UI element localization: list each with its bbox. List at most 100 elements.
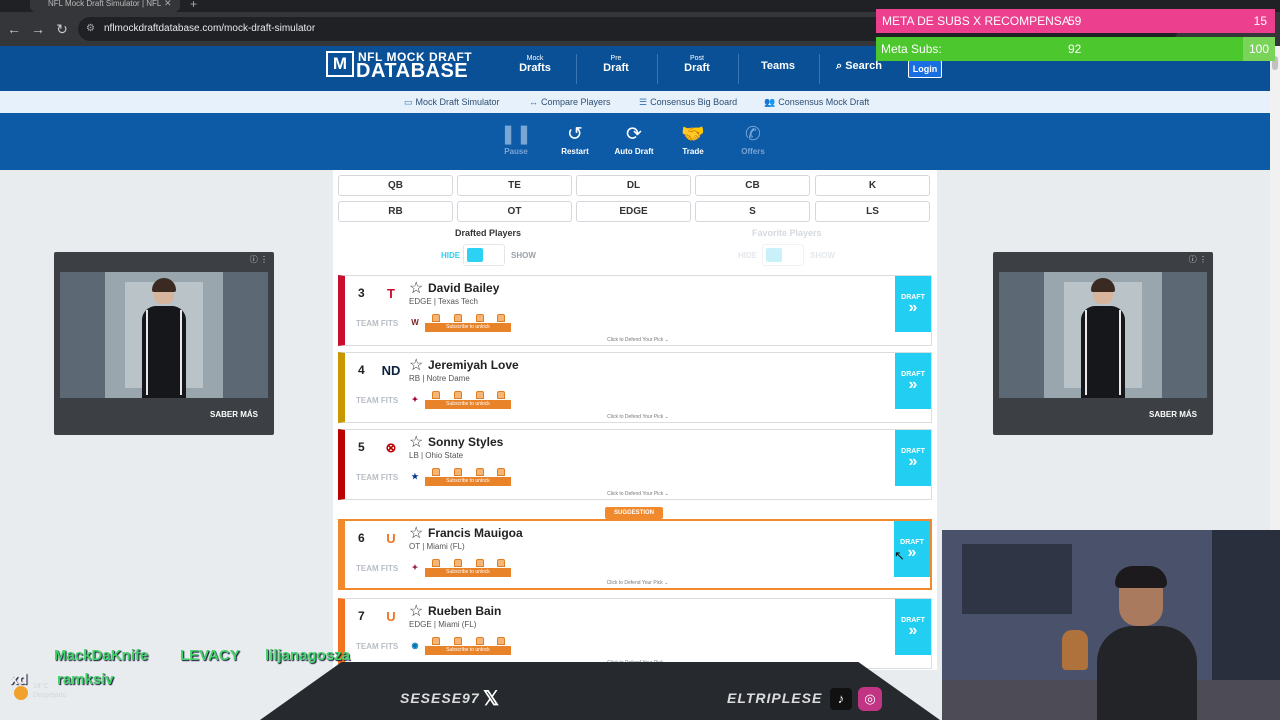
toolbar-label: Auto Draft (614, 147, 654, 156)
ad-info-icon[interactable]: ⓘ ⋮ (250, 254, 268, 265)
streamer-body (1097, 626, 1197, 720)
nav-big: Draft (603, 62, 629, 74)
right-ad[interactable]: ⓘ ⋮ SABER MÁS (993, 252, 1213, 435)
lions-logo-icon: ◉ (411, 641, 419, 650)
show-label: SHOW (511, 251, 536, 260)
player-name[interactable]: Rueben Bain (428, 604, 501, 618)
favorite-star-icon[interactable]: ☆ (409, 355, 423, 375)
subnav-compare-players[interactable]: ↔ Compare Players (529, 91, 611, 113)
cardinals-logo-icon: ✦ (411, 563, 419, 572)
defend-pick-link[interactable]: Click to Defend Your Pick ⌄ (345, 580, 930, 586)
trade-button[interactable]: 🤝 Trade (671, 125, 715, 157)
position-filter-rb[interactable]: RB (338, 201, 453, 222)
ad-cta[interactable]: SABER MÁS (1149, 410, 1197, 419)
team-fits-label: TEAM FITS (356, 642, 399, 651)
favorite-star-icon[interactable]: ☆ (409, 432, 423, 452)
player-name[interactable]: Jeremiyah Love (428, 358, 519, 372)
url-text: nflmockdraftdatabase.com/mock-draft-simu… (104, 23, 316, 34)
goal1-target: 15 (1253, 14, 1267, 28)
logo-icon[interactable]: M (326, 51, 354, 77)
search-button[interactable]: ⌕ Search (836, 60, 882, 73)
forward-icon[interactable]: → (28, 12, 48, 46)
notre-dame-logo-icon: ND (381, 363, 401, 378)
goal2-label: Meta Subs: (881, 42, 942, 56)
draft-button[interactable]: DRAFT » (895, 353, 931, 409)
player-card[interactable]: 3 T ☆ David Bailey EDGE | Texas Tech TEA… (338, 275, 932, 346)
auto-draft-button[interactable]: ⟳ Auto Draft (612, 125, 656, 157)
subnav-consensus-big-board[interactable]: ☰ Consensus Big Board (639, 91, 737, 113)
subnav-consensus-mock-draft[interactable]: 👥 Consensus Mock Draft (764, 91, 869, 113)
reload-icon[interactable]: ↻ (52, 12, 72, 46)
drafted-players-toggle[interactable] (463, 244, 505, 266)
position-filter-k[interactable]: K (815, 175, 930, 196)
favorite-star-icon[interactable]: ☆ (409, 601, 423, 621)
locked-team-fits[interactable]: Subscribe to unlock (425, 314, 511, 333)
goal2-target: 100 (1248, 42, 1269, 56)
player-card-suggested[interactable]: 6 U ☆ Francis Mauigoa OT | Miami (FL) TE… (338, 519, 932, 590)
player-card[interactable]: 7 U ☆ Rueben Bain EDGE | Miami (FL) TEAM… (338, 598, 932, 669)
position-filter-ot[interactable]: OT (457, 201, 572, 222)
ad-hair (152, 278, 176, 292)
compare-icon: ↔ (529, 97, 538, 107)
defend-pick-link[interactable]: Click to Defend Your Pick ⌄ (345, 337, 931, 343)
defend-pick-link[interactable]: Click to Defend Your Pick ⌄ (345, 414, 931, 420)
tab-close-icon[interactable]: ✕ (164, 0, 172, 9)
streamer (1097, 566, 1197, 720)
subscribe-unlock: Subscribe to unlock (425, 477, 511, 486)
nav-pre-draft[interactable]: Pre Draft (576, 55, 656, 74)
site-info-icon[interactable]: ⚙ (86, 17, 95, 41)
nav-small: Post (689, 55, 704, 62)
position-filter-ls[interactable]: LS (815, 201, 930, 222)
nav-mock-drafts[interactable]: Mock Drafts (495, 55, 575, 74)
locked-team-fits[interactable]: Subscribe to unlock (425, 559, 511, 578)
pick-number: 6 (358, 531, 365, 545)
pick-number: 4 (358, 363, 365, 377)
login-button[interactable]: Login (908, 60, 942, 78)
favorite-players-toggle[interactable] (762, 244, 804, 266)
player-name[interactable]: David Bailey (428, 281, 499, 295)
player-name[interactable]: Sonny Styles (428, 435, 503, 449)
position-filter-cb[interactable]: CB (695, 175, 810, 196)
position-filter-dl[interactable]: DL (576, 175, 691, 196)
player-name[interactable]: Francis Mauigoa (428, 526, 523, 540)
draft-button[interactable]: DRAFT » (895, 599, 931, 655)
defend-pick-link[interactable]: Click to Defend Your Pick ⌄ (345, 491, 931, 497)
favorite-star-icon[interactable]: ☆ (409, 523, 423, 543)
ad-stripe (180, 310, 182, 395)
ad-info-icon[interactable]: ⓘ ⋮ (1189, 254, 1207, 265)
users-icon: 👥 (764, 97, 776, 107)
lock-icon (497, 637, 505, 645)
position-filter-te[interactable]: TE (457, 175, 572, 196)
chevrons-right-icon: » (908, 622, 918, 639)
toolbar-label: Trade (682, 147, 704, 156)
back-icon[interactable]: ← (4, 12, 24, 46)
left-ad[interactable]: ⓘ ⋮ SABER MÁS (54, 252, 274, 435)
nav-teams[interactable]: Teams (738, 60, 818, 72)
position-filter-qb[interactable]: QB (338, 175, 453, 196)
locked-team-fits[interactable]: Subscribe to unlock (425, 637, 511, 656)
locked-team-fits[interactable]: Subscribe to unlock (425, 468, 511, 487)
browser-tab[interactable]: NFL Mock Draft Simulator | NFL (30, 0, 180, 12)
locked-team-fits[interactable]: Subscribe to unlock (425, 391, 511, 410)
lock-icon (432, 391, 440, 399)
offers-button[interactable]: ✆ Offers (731, 125, 775, 157)
pause-button[interactable]: ❚❚ Pause (494, 125, 538, 157)
subnav-mock-draft-simulator[interactable]: ▭ Mock Draft Simulator (404, 91, 500, 113)
lock-icon (432, 637, 440, 645)
ad-cta[interactable]: SABER MÁS (210, 410, 258, 419)
position-filter-s[interactable]: S (695, 201, 810, 222)
nav-post-draft[interactable]: Post Draft (657, 55, 737, 74)
position-filter-edge[interactable]: EDGE (576, 201, 691, 222)
player-card[interactable]: 5 ⊗ ☆ Sonny Styles LB | Ohio State TEAM … (338, 429, 932, 500)
player-card[interactable]: 4 ND ☆ Jeremiyah Love RB | Notre Dame TE… (338, 352, 932, 423)
draft-button[interactable]: DRAFT » (895, 276, 931, 332)
favorite-star-icon[interactable]: ☆ (409, 278, 423, 298)
nav-divider (819, 54, 820, 84)
restart-button[interactable]: ↺ Restart (553, 125, 597, 157)
nav-big: Drafts (519, 62, 551, 74)
lock-icon (497, 314, 505, 322)
draft-button[interactable]: DRAFT » (895, 430, 931, 486)
favorite-show-label: SHOW (810, 251, 835, 260)
new-tab-icon[interactable]: + (190, 0, 197, 11)
page-scrollbar[interactable] (1270, 46, 1280, 530)
